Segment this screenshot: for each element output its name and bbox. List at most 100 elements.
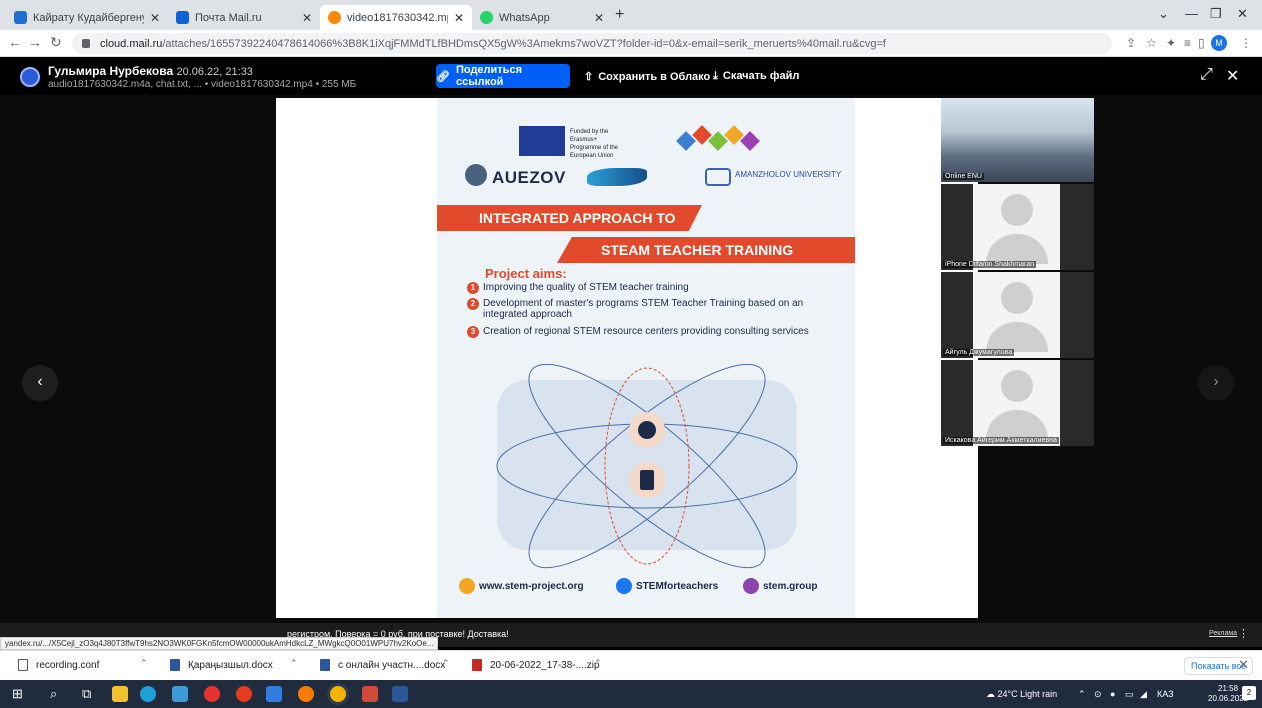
participant-tile: Айгуль Джумагулова bbox=[941, 272, 1094, 358]
close-tab-icon[interactable]: ✕ bbox=[454, 11, 464, 25]
start-windows-icon[interactable]: ⊞ bbox=[12, 686, 23, 702]
firefox-icon[interactable] bbox=[298, 686, 314, 702]
participant-tile: Искакова Айгерим Ахметкалиевна bbox=[941, 360, 1094, 446]
close-tab-icon[interactable]: ✕ bbox=[150, 11, 160, 25]
opera-browser-icon[interactable] bbox=[236, 686, 252, 702]
aim-text: Improving the quality of STEM teacher tr… bbox=[483, 282, 689, 293]
close-viewer-icon[interactable]: ✕ bbox=[1226, 66, 1239, 86]
restore-button[interactable]: ❐ bbox=[1210, 6, 1222, 22]
volume-icon[interactable]: ◢ bbox=[1140, 689, 1147, 700]
tray-overflow-icon[interactable]: ⌃ bbox=[1078, 689, 1086, 700]
close-tab-icon[interactable]: ✕ bbox=[594, 11, 604, 25]
tab-news[interactable]: Кайрату Кудайбергену продлили ✕ bbox=[6, 5, 168, 30]
share-link-button[interactable]: 🔗︎ Поделиться ссылкой bbox=[436, 64, 570, 88]
download-file-button[interactable]: ⤓ Скачать файл bbox=[713, 70, 799, 83]
chevron-up-icon[interactable]: ⌃ bbox=[140, 658, 148, 669]
mail-app-icon[interactable] bbox=[172, 686, 188, 702]
url-host: cloud.mail.ru bbox=[100, 37, 163, 50]
globe-icon bbox=[459, 578, 475, 594]
link-icon: 🔗︎ bbox=[436, 70, 450, 83]
word-doc-icon bbox=[170, 659, 180, 671]
website-text: www.stem-project.org bbox=[479, 580, 584, 592]
new-tab-button[interactable]: + bbox=[615, 6, 624, 24]
ad-label[interactable]: Реклама bbox=[1209, 630, 1237, 637]
powerpoint-icon[interactable] bbox=[362, 686, 378, 702]
download-filename: Қараңызшыл.docx bbox=[188, 659, 273, 671]
network-icon[interactable]: ▭ bbox=[1125, 689, 1134, 700]
download-file-label: Скачать файл bbox=[722, 70, 800, 82]
download-item[interactable]: Қараңызшыл.docx bbox=[170, 659, 273, 671]
file-explorer-icon[interactable] bbox=[112, 686, 128, 702]
reading-list-icon[interactable]: ≡ bbox=[1184, 36, 1191, 50]
close-tab-icon[interactable]: ✕ bbox=[302, 11, 312, 25]
save-to-cloud-label: Сохранить в Облако bbox=[598, 71, 711, 83]
aim-number: 3 bbox=[467, 326, 479, 338]
file-icon bbox=[18, 659, 28, 671]
back-arrow-icon[interactable]: ← bbox=[8, 34, 22, 50]
word-icon[interactable] bbox=[392, 686, 408, 702]
chevron-up-icon[interactable]: ⌃ bbox=[442, 658, 450, 669]
amanzholov-emblem-icon bbox=[705, 168, 731, 186]
forward-arrow-icon[interactable]: → bbox=[28, 34, 42, 50]
sender-name-text: Гульмира Нурбекова bbox=[48, 64, 174, 78]
participant-name: iPhone Dilfa/on Shakhmaran bbox=[943, 261, 1037, 268]
tab-title: video1817630342.mp4 / Облако bbox=[347, 11, 448, 24]
cloud-save-icon: ⇧ bbox=[584, 71, 594, 83]
yandex-browser-icon[interactable] bbox=[204, 686, 220, 702]
browser-toolbar: ← → ↻ cloud.mail.ru/attaches/16557392240… bbox=[0, 30, 1262, 57]
chevron-up-icon[interactable]: ⌃ bbox=[594, 658, 602, 669]
language-indicator[interactable]: КАЗ bbox=[1157, 689, 1174, 699]
video-player[interactable]: Funded by the Erasmus+ Programme of the … bbox=[0, 95, 1262, 623]
chrome-icon[interactable] bbox=[330, 686, 346, 702]
browser-menu-icon[interactable]: ⋮ bbox=[1240, 36, 1252, 50]
word-doc-icon bbox=[320, 659, 330, 671]
aim-item: 2 Development of master's programs STEM … bbox=[467, 298, 847, 320]
task-view-icon[interactable]: ⧉ bbox=[82, 686, 91, 702]
profile-avatar[interactable]: M bbox=[1211, 35, 1227, 51]
participant-name: Online ENU bbox=[943, 173, 984, 180]
extensions-icon[interactable]: ✦ bbox=[1166, 36, 1176, 50]
tab-whatsapp[interactable]: WhatsApp ✕ bbox=[472, 5, 612, 30]
close-window-button[interactable]: ✕ bbox=[1237, 6, 1248, 22]
attachment-list: audio1817630342.m4a, chat.txt, ... • vid… bbox=[48, 79, 357, 90]
messenger-icon[interactable] bbox=[266, 686, 282, 702]
sender-name: Гульмира Нурбекова 20.06.22, 21:33 bbox=[48, 64, 253, 78]
participant-avatar bbox=[973, 360, 1060, 446]
next-file-button[interactable]: › bbox=[1198, 365, 1234, 401]
download-filename: с онлайн участн....docx bbox=[338, 659, 446, 671]
side-panel-icon[interactable]: ▯ bbox=[1198, 36, 1205, 50]
tab-title: WhatsApp bbox=[499, 11, 550, 24]
tray-chrome-icon[interactable]: ● bbox=[1110, 689, 1115, 699]
search-icon[interactable]: ⌕ bbox=[50, 686, 57, 702]
poster-footer-links: www.stem-project.org STEMforteachers ste… bbox=[459, 574, 849, 598]
address-bar[interactable]: cloud.mail.ru/attaches/16557392240478614… bbox=[72, 33, 1112, 54]
tab-mail[interactable]: Почта Mail.ru ✕ bbox=[168, 5, 320, 30]
lock-icon bbox=[82, 39, 90, 48]
fullscreen-icon[interactable]: ⤢ bbox=[1200, 66, 1213, 84]
bookmark-star-icon[interactable]: ☆ bbox=[1146, 36, 1157, 50]
tab-cloud-video[interactable]: video1817630342.mp4 / Облако ✕ bbox=[320, 5, 472, 30]
tray-app-icon[interactable]: ⊙ bbox=[1094, 689, 1102, 700]
minimize-button[interactable]: — bbox=[1185, 6, 1198, 21]
reload-icon[interactable]: ↻ bbox=[50, 34, 62, 51]
ad-menu-icon[interactable]: ⋮ bbox=[1238, 627, 1249, 640]
downloads-bar: recording.conf ⌃ Қараңызшыл.docx ⌃ с онл… bbox=[0, 650, 1262, 680]
download-item[interactable]: 20-06-2022_17-38-....zip bbox=[472, 659, 600, 671]
weather-text: 24°C Light rain bbox=[997, 689, 1058, 699]
sent-timestamp: 20.06.22, 21:33 bbox=[176, 66, 253, 78]
facebook-text: STEMforteachers bbox=[636, 580, 719, 592]
notification-center-icon[interactable]: 2 bbox=[1242, 686, 1256, 700]
tab-search-chevron-icon[interactable]: ⌄ bbox=[1158, 6, 1169, 22]
participant-name: Искакова Айгерим Ахметкалиевна bbox=[943, 437, 1059, 444]
weather-widget[interactable]: ☁ 24°C Light rain bbox=[986, 689, 1057, 700]
download-icon: ⤓ bbox=[713, 70, 718, 82]
aim-number: 1 bbox=[467, 282, 479, 294]
download-item[interactable]: recording.conf bbox=[18, 659, 99, 671]
share-page-icon[interactable]: ⇪ bbox=[1126, 36, 1136, 50]
close-downloads-icon[interactable]: ✕ bbox=[1238, 657, 1249, 673]
edge-browser-icon[interactable] bbox=[140, 686, 156, 702]
chevron-up-icon[interactable]: ⌃ bbox=[290, 658, 298, 669]
download-item[interactable]: с онлайн участн....docx bbox=[320, 659, 445, 671]
previous-file-button[interactable]: ‹ bbox=[22, 365, 58, 401]
save-to-cloud-button[interactable]: ⇧ Сохранить в Облако bbox=[584, 70, 710, 83]
